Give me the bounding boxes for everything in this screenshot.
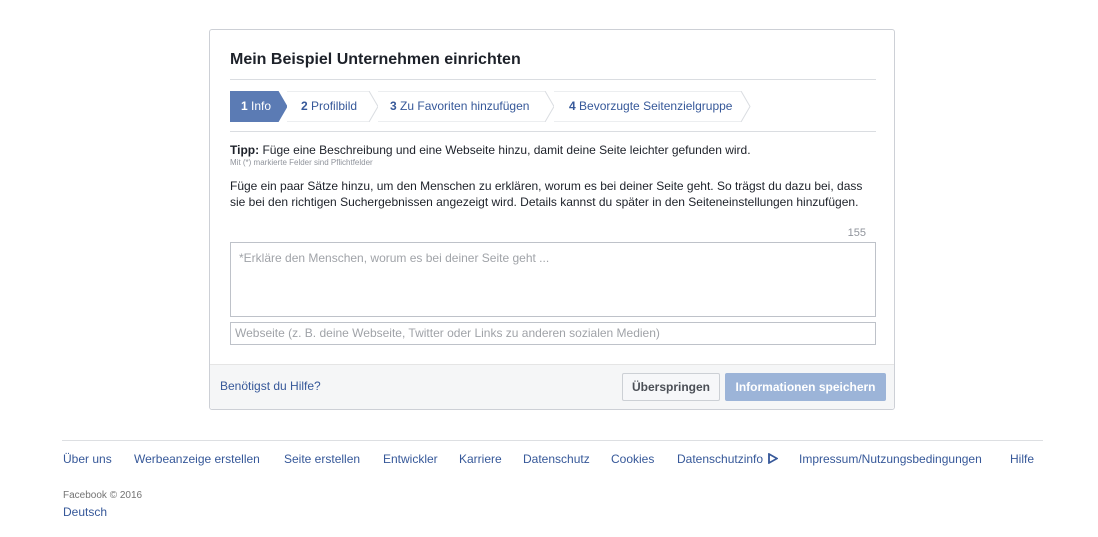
tip-body: Füge eine Beschreibung und eine Webseite… [262,143,751,157]
step-label: Info [251,99,272,113]
divider [230,131,876,132]
required-fields-note: Mit (*) markierte Felder sind Pflichtfel… [230,158,373,167]
footer-link-entwickler[interactable]: Entwickler [383,452,438,466]
step-zielgruppe[interactable]: 4 Bevorzugte Seitenzielgruppe [554,91,754,122]
help-link[interactable]: Benötigst du Hilfe? [220,379,321,393]
footer-link-datenschutzinfo[interactable]: Datenschutzinfo [677,452,780,466]
website-placeholder: Webseite (z. B. deine Webseite, Twitter … [235,326,660,340]
step-info[interactable]: 1 Info [230,91,288,122]
adchoices-icon [768,452,780,465]
step-favoriten[interactable]: 3 Zu Favoriten hinzufügen [378,91,556,122]
step-progress: 1 Info 2 Profilbild 3 Zu Favoriten hinzu… [230,91,876,122]
divider [230,79,876,80]
footer-links: Über uns Werbeanzeige erstellen Seite er… [63,452,1053,468]
description-textarea[interactable]: *Erkläre den Menschen, worum es bei dein… [230,242,876,317]
step-number: 3 [390,99,397,113]
step-label: Profilbild [311,99,358,113]
footer-link-impressum[interactable]: Impressum/Nutzungsbedingungen [799,452,982,466]
step-profilbild[interactable]: 2 Profilbild [287,91,380,122]
footer-link-cookies[interactable]: Cookies [611,452,654,466]
setup-dialog: Mein Beispiel Unternehmen einrichten 1 I… [209,29,895,410]
footer-link-karriere[interactable]: Karriere [459,452,502,466]
save-info-button[interactable]: Informationen speichern [725,373,886,401]
copyright: Facebook © 2016 [63,490,143,501]
footer-link-hilfe[interactable]: Hilfe [1010,452,1034,466]
tip-text: Tipp: Füge eine Beschreibung und eine We… [230,143,751,157]
footer-link-seite-erstellen[interactable]: Seite erstellen [284,452,360,466]
step-label: Bevorzugte Seitenzielgruppe [579,99,733,113]
dialog-footer: Benötigst du Hilfe? Überspringen Informa… [210,364,894,409]
footer-link-ueber-uns[interactable]: Über uns [63,452,112,466]
tip-label: Tipp: [230,143,260,157]
dialog-title: Mein Beispiel Unternehmen einrichten [230,51,521,68]
step-label: Zu Favoriten hinzufügen [400,99,530,113]
step-number: 2 [301,99,308,113]
description-placeholder: *Erkläre den Menschen, worum es bei dein… [239,251,550,265]
step-number: 4 [569,99,576,113]
description-instructions: Füge ein paar Sätze hinzu, um den Mensch… [230,179,863,209]
char-counter: 155 [847,227,866,239]
step-number: 1 [241,99,248,113]
footer-divider [62,440,1043,441]
website-input[interactable]: Webseite (z. B. deine Webseite, Twitter … [230,322,876,345]
footer-link-werbeanzeige[interactable]: Werbeanzeige erstellen [134,452,260,466]
footer-link-datenschutz[interactable]: Datenschutz [523,452,590,466]
skip-button[interactable]: Überspringen [622,373,720,401]
language-link[interactable]: Deutsch [63,505,107,519]
datenschutzinfo-label: Datenschutzinfo [677,452,764,466]
